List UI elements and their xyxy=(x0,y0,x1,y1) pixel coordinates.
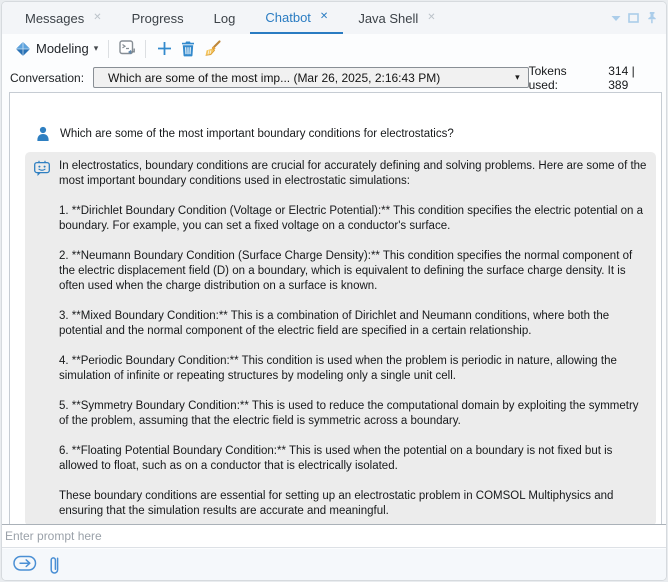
new-conversation-button[interactable] xyxy=(152,38,176,60)
clear-conversation-broom-icon[interactable] xyxy=(200,38,224,60)
conversation-selected-value: Which are some of the most imp... (Mar 2… xyxy=(108,71,440,85)
user-message-row: Which are some of the most important bou… xyxy=(36,126,653,142)
chat-history-panel[interactable]: Which are some of the most important bou… xyxy=(9,92,662,524)
attach-file-paperclip-icon[interactable] xyxy=(48,555,61,576)
maximize-icon[interactable] xyxy=(628,13,639,23)
close-icon[interactable]: ✕ xyxy=(320,12,328,22)
assistant-paragraph: 5. **Symmetry Boundary Condition:** This… xyxy=(59,399,647,429)
assistant-message-bubble: In electrostatics, boundary conditions a… xyxy=(25,152,656,524)
user-message-text: Which are some of the most important bou… xyxy=(60,126,454,142)
tab-messages[interactable]: Messages ✕ xyxy=(10,2,117,34)
tab-bar: Messages ✕ Progress Log Chatbot ✕ Java S… xyxy=(2,2,666,34)
tab-log[interactable]: Log xyxy=(199,2,251,34)
chevron-down-icon: ▾ xyxy=(515,73,520,82)
modeling-label: Modeling xyxy=(36,41,89,56)
assistant-paragraph: 6. **Floating Potential Boundary Conditi… xyxy=(59,444,647,474)
tab-java-shell[interactable]: Java Shell ✕ xyxy=(343,2,450,34)
conversation-select[interactable]: Which are some of the most imp... (Mar 2… xyxy=(93,67,529,88)
tab-progress[interactable]: Progress xyxy=(117,2,199,34)
assistant-paragraph: 2. **Neumann Boundary Condition (Surface… xyxy=(59,249,647,294)
modeling-icon xyxy=(15,41,31,57)
assistant-paragraph: 4. **Periodic Boundary Condition:** This… xyxy=(59,354,647,384)
pin-icon[interactable] xyxy=(646,11,658,24)
tab-label: Chatbot xyxy=(265,10,311,25)
chatbot-panel-window: Messages ✕ Progress Log Chatbot ✕ Java S… xyxy=(1,1,667,581)
tab-chatbot[interactable]: Chatbot ✕ xyxy=(250,2,343,34)
tab-label: Progress xyxy=(132,11,184,26)
prompt-input[interactable] xyxy=(2,525,666,547)
chevron-down-icon: ▾ xyxy=(94,44,99,53)
modeling-mode-button[interactable]: Modeling ▾ xyxy=(11,39,102,59)
chatbot-icon xyxy=(33,159,51,177)
prompt-footer xyxy=(2,549,666,580)
tab-label: Log xyxy=(214,11,236,26)
conversation-label: Conversation: xyxy=(10,71,84,85)
chatbot-toolbar: Modeling ▾ xyxy=(2,34,666,63)
conversation-row: Conversation: Which are some of the most… xyxy=(2,63,666,92)
toolbar-separator xyxy=(108,40,109,58)
assistant-paragraph: In electrostatics, boundary conditions a… xyxy=(59,159,647,189)
window-controls xyxy=(611,11,658,24)
set-model-input-button[interactable] xyxy=(115,38,139,60)
tab-label: Java Shell xyxy=(358,11,418,26)
panel-menu-icon[interactable] xyxy=(611,14,621,22)
prompt-bar xyxy=(2,524,666,548)
assistant-paragraph: 3. **Mixed Boundary Condition:** This is… xyxy=(59,309,647,339)
assistant-message-text: In electrostatics, boundary conditions a… xyxy=(59,159,647,519)
tab-label: Messages xyxy=(25,11,84,26)
send-prompt-button[interactable] xyxy=(13,555,37,572)
tokens-used-value: 314 | 389 xyxy=(608,64,658,92)
assistant-paragraph: 1. **Dirichlet Boundary Condition (Volta… xyxy=(59,204,647,234)
tokens-used-label: Tokens used: xyxy=(529,64,600,92)
delete-conversation-button[interactable] xyxy=(176,38,200,60)
toolbar-separator xyxy=(145,40,146,58)
close-icon[interactable]: ✕ xyxy=(93,13,101,23)
close-icon[interactable]: ✕ xyxy=(427,13,435,23)
user-avatar-icon xyxy=(36,126,50,142)
tokens-used: Tokens used: 314 | 389 xyxy=(529,64,658,92)
assistant-paragraph: These boundary conditions are essential … xyxy=(59,489,647,519)
